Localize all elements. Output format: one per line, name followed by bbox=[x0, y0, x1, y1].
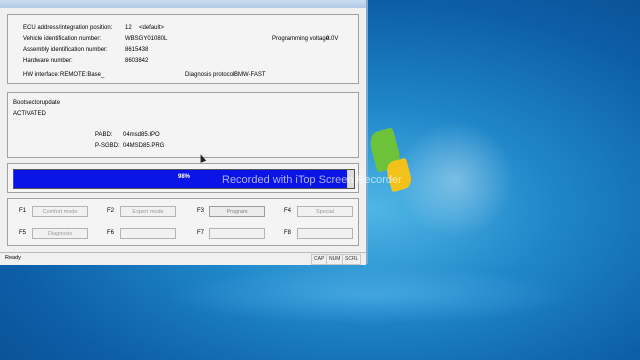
ecu-address-value: 12 bbox=[125, 25, 132, 31]
ecu-info-panel: ECU address/integration position: 12 <de… bbox=[7, 14, 359, 84]
fkey-label-f1: F1 bbox=[19, 208, 27, 214]
status-text: Ready bbox=[5, 255, 21, 261]
status-bar: Ready CAP NUM SCRL bbox=[0, 252, 366, 265]
diagnosis-protocol-value: BMW-FAST bbox=[234, 72, 266, 78]
f7-button[interactable] bbox=[209, 228, 265, 239]
diagnosis-protocol-label: Diagnosis protocol: bbox=[185, 72, 237, 78]
f6-button[interactable] bbox=[120, 228, 176, 239]
hardware-value: 8603842 bbox=[125, 58, 149, 64]
assembly-label: Assembly identification number: bbox=[23, 47, 108, 53]
bootsector-panel: Bootsectorupdate ACTIVATED PABD: 04msd85… bbox=[7, 92, 359, 158]
fkey-label-f2: F2 bbox=[107, 208, 115, 214]
ecu-address-default: <default> bbox=[139, 25, 165, 31]
bootsector-status: ACTIVATED bbox=[13, 111, 46, 117]
psgbd-label: P-SGBD: bbox=[95, 143, 120, 149]
expert-mode-button[interactable]: Expert mode bbox=[120, 206, 176, 217]
fkey-label-f4: F4 bbox=[284, 208, 292, 214]
fkey-label-f6: F6 bbox=[107, 230, 115, 236]
psgbd-value: 04MSD85.PRG bbox=[123, 143, 165, 149]
windows-logo-glow bbox=[395, 120, 515, 240]
function-keys-panel: F1 Comfort mode F2 Expert mode F3 Progra… bbox=[7, 198, 359, 246]
app-window: ECU address/integration position: 12 <de… bbox=[0, 0, 368, 265]
hw-interface-value: REMOTE:Base_ bbox=[60, 72, 105, 78]
ecu-address-label: ECU address/integration position: bbox=[23, 25, 113, 31]
programming-voltage-value: 0.0V bbox=[326, 36, 339, 42]
num-indicator: NUM bbox=[326, 254, 344, 265]
program-button[interactable]: Program bbox=[209, 206, 265, 217]
programming-voltage-label: Programming voltage: bbox=[272, 36, 331, 42]
scroll-indicator: SCRL bbox=[342, 254, 362, 265]
assembly-value: 8615438 bbox=[125, 47, 149, 53]
special-button[interactable]: Special bbox=[297, 206, 353, 217]
light-streak bbox=[160, 265, 580, 325]
comfort-mode-button[interactable]: Comfort mode bbox=[32, 206, 88, 217]
pabd-value: 04msd85.IPO bbox=[123, 132, 160, 138]
vin-value: WBSGY01080L bbox=[125, 36, 168, 42]
hardware-label: Hardware number: bbox=[23, 58, 73, 64]
hw-interface-label: HW interface: bbox=[23, 72, 60, 78]
fkey-label-f5: F5 bbox=[19, 230, 27, 236]
window-titlebar[interactable] bbox=[0, 0, 366, 8]
f8-button[interactable] bbox=[297, 228, 353, 239]
fkey-label-f8: F8 bbox=[284, 230, 292, 236]
vin-label: Vehicle identification number: bbox=[23, 36, 102, 42]
diagnosis-button[interactable]: Diagnosis bbox=[32, 228, 88, 239]
screen-recorder-watermark: Recorded with iTop Screen Recorder bbox=[222, 174, 402, 186]
fkey-label-f7: F7 bbox=[197, 230, 205, 236]
pabd-label: PABD: bbox=[95, 132, 113, 138]
fkey-label-f3: F3 bbox=[197, 208, 205, 214]
caps-indicator: CAP bbox=[311, 254, 328, 265]
bootsector-title: Bootsectorupdate bbox=[13, 100, 61, 106]
